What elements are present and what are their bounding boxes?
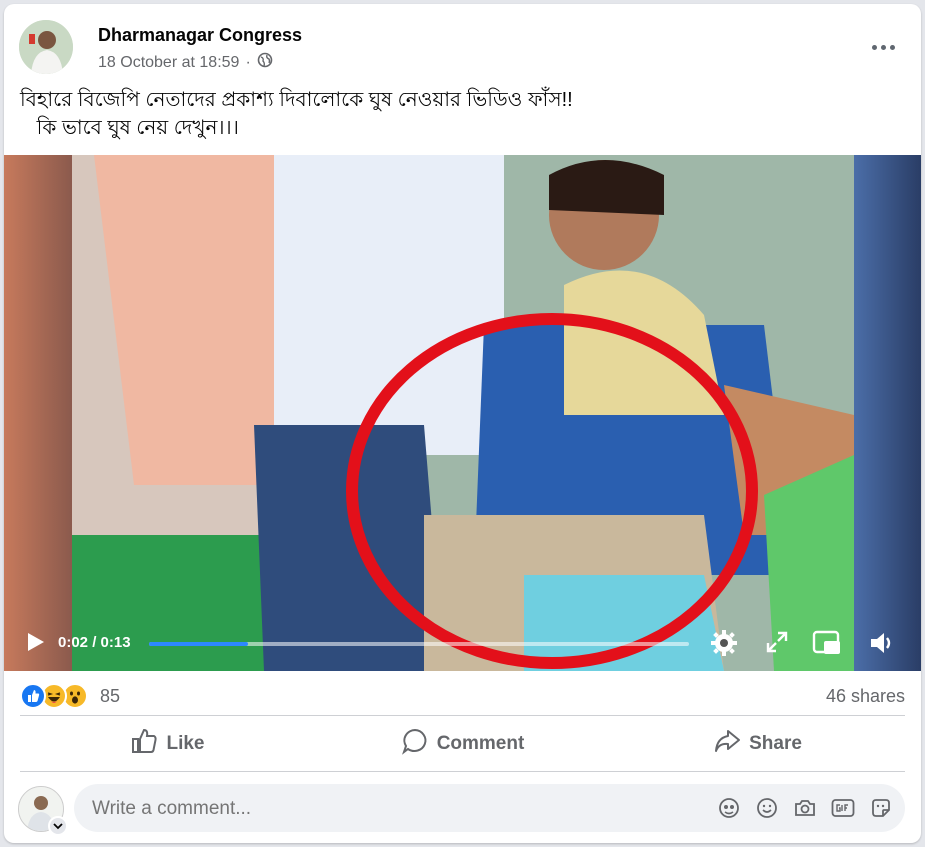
video-frame — [4, 155, 921, 671]
progress-bar[interactable] — [149, 642, 689, 646]
volume-icon[interactable] — [868, 629, 896, 662]
settings-icon[interactable] — [710, 629, 738, 662]
comment-box[interactable] — [74, 784, 905, 834]
divider — [20, 771, 905, 772]
reaction-count[interactable]: 85 — [100, 686, 120, 707]
comment-composer — [18, 782, 907, 838]
meta-separator: · — [245, 53, 251, 71]
page-avatar[interactable] — [19, 20, 73, 74]
post-text-line-2: কি ভাবে ঘুষ নেয় দেখুন।।। — [20, 117, 239, 139]
action-bar: Like Comment Share — [20, 716, 905, 772]
play-icon[interactable] — [24, 631, 46, 658]
share-arrow-icon — [713, 727, 741, 761]
thumbs-up-icon — [130, 727, 158, 761]
like-button[interactable]: Like — [20, 716, 315, 772]
emoji-icon[interactable] — [755, 796, 779, 820]
post-timestamp[interactable]: 18 October at 18:59 — [98, 54, 239, 72]
post-meta: 18 October at 18:59 · — [98, 52, 273, 73]
pip-icon[interactable] — [812, 629, 842, 662]
page-name[interactable]: Dharmanagar Congress — [98, 25, 302, 46]
like-reaction-icon — [20, 683, 46, 709]
progress-fill — [149, 642, 248, 646]
post-text-line-1: বিহারে বিজেপি নেতাদের প্রকাশ্য দিবালোকে … — [20, 89, 573, 111]
share-button[interactable]: Share — [610, 716, 905, 772]
video-player[interactable]: 0:02 / 0:13 — [4, 155, 921, 671]
comment-input[interactable] — [90, 784, 654, 834]
video-time: 0:02 / 0:13 — [58, 634, 131, 651]
comment-tools — [717, 796, 893, 820]
comment-label: Comment — [436, 733, 525, 754]
fullscreen-icon[interactable] — [764, 629, 790, 660]
camera-icon[interactable] — [793, 796, 817, 820]
post-card: Dharmanagar Congress 18 October at 18:59… — [4, 4, 921, 843]
comment-bubble-icon — [401, 727, 429, 761]
like-label: Like — [166, 733, 205, 754]
post-stats: 85 46 shares — [20, 680, 905, 712]
comment-button[interactable]: Comment — [315, 716, 610, 772]
post-text: বিহারে বিজেপি নেতাদের প্রকাশ্য দিবালোকে … — [20, 86, 573, 142]
sticker-icon[interactable] — [869, 796, 893, 820]
globe-icon — [257, 52, 273, 73]
reactions-summary[interactable] — [20, 683, 88, 709]
avatar-sticker-icon[interactable] — [717, 796, 741, 820]
gif-icon[interactable] — [831, 796, 855, 820]
video-controls: 0:02 / 0:13 — [4, 615, 921, 671]
post-header: Dharmanagar Congress 18 October at 18:59… — [18, 20, 907, 76]
share-label: Share — [749, 733, 802, 754]
share-count[interactable]: 46 shares — [826, 686, 905, 707]
chevron-down-icon[interactable] — [48, 816, 68, 836]
ellipsis-icon[interactable] — [865, 32, 901, 62]
